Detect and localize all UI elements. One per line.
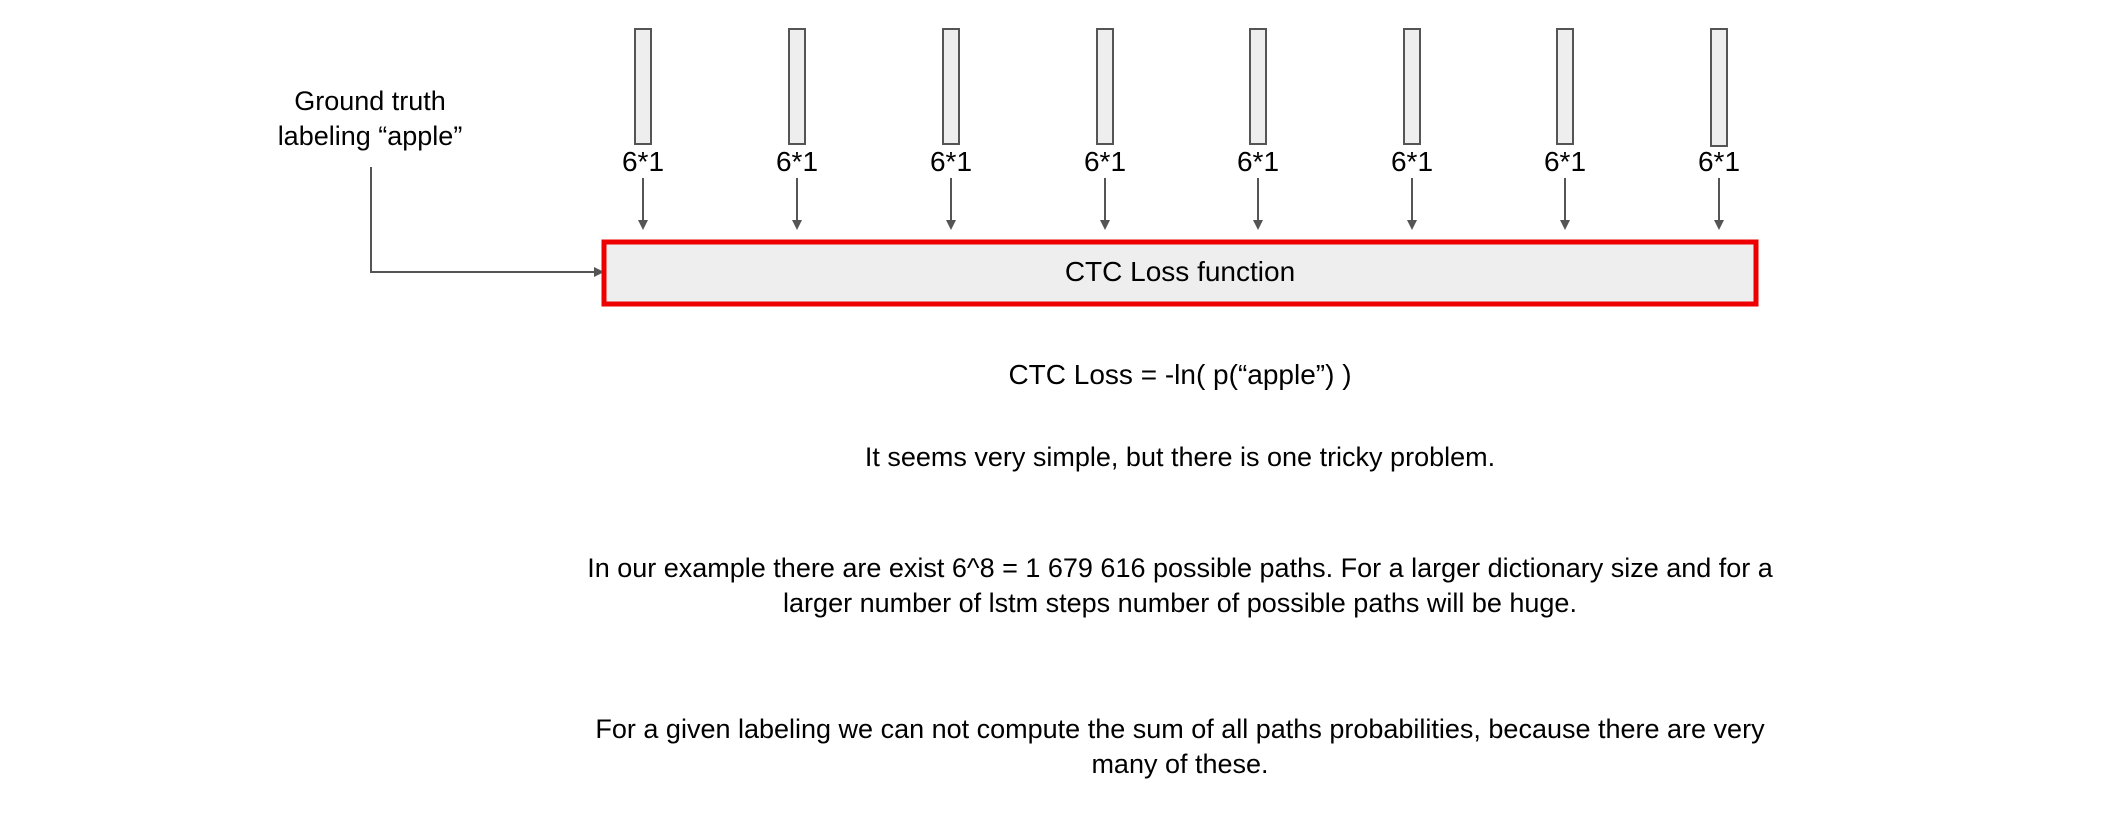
ground-truth-line-1: Ground truth: [294, 86, 446, 116]
column-label: 6*1: [1697, 146, 1741, 177]
ctc-loss-formula: CTC Loss = -ln( p(“apple”) ): [1008, 359, 1352, 390]
ctc-loss-box-label: CTC Loss function: [1064, 256, 1296, 287]
column-label: 6*1: [1543, 146, 1587, 177]
lstm-output-vector: [1096, 28, 1114, 145]
column-label: 6*1: [929, 146, 973, 177]
column-label: 6*1: [621, 146, 665, 177]
lstm-output-vector: [634, 28, 652, 145]
lstm-output-vector: [942, 28, 960, 145]
lstm-output-vector: [788, 28, 806, 145]
column-label: 6*1: [1236, 146, 1280, 177]
lstm-output-vector: [1556, 28, 1574, 145]
column-label: 6*1: [1390, 146, 1434, 177]
ground-truth-label: Ground truth labeling “apple”: [240, 84, 500, 154]
ground-truth-arrow: [370, 167, 604, 277]
lstm-output-vector: [1403, 28, 1421, 145]
column-label: 6*1: [1083, 146, 1127, 177]
lstm-output-vector: [1249, 28, 1267, 145]
paragraph-sum-of-paths: For a given labeling we can not compute …: [595, 714, 1765, 779]
paragraph-possible-paths: In our example there are exist 6^8 = 1 6…: [587, 553, 1773, 618]
paragraph-tricky-problem: It seems very simple, but there is one t…: [864, 442, 1496, 472]
lstm-output-vector: [1710, 28, 1728, 147]
column-label: 6*1: [775, 146, 819, 177]
ground-truth-line-2: labeling “apple”: [277, 121, 463, 151]
